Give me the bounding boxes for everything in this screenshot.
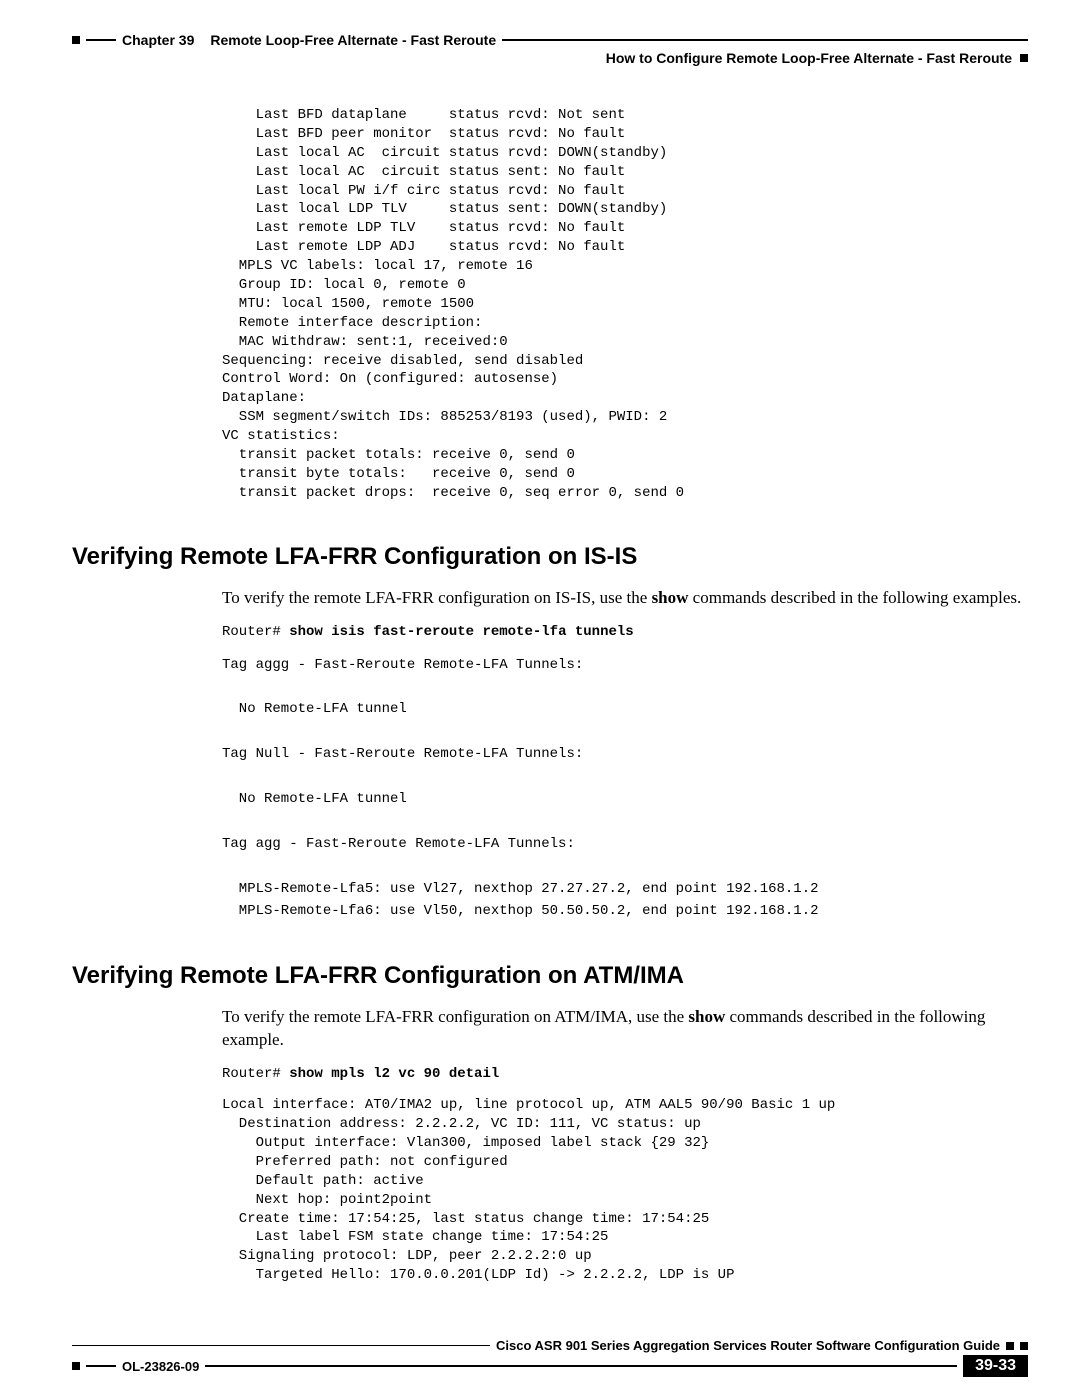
intro-text-pre: To verify the remote LFA-FRR configurati… [222, 588, 652, 607]
header-square-icon [72, 36, 80, 44]
prompt-2: Router# [222, 1066, 289, 1082]
command-text: show isis fast-reroute remote-lfa tunnel… [289, 624, 633, 640]
header-rule [502, 39, 1028, 41]
intro-text-pre-2: To verify the remote LFA-FRR configurati… [222, 1007, 688, 1026]
sub-header: How to Configure Remote Loop-Free Altern… [72, 50, 1028, 66]
section-title-isis: Verifying Remote LFA-FRR Configuration o… [72, 543, 1028, 571]
chapter-title: Remote Loop-Free Alternate - Fast Rerout… [210, 32, 496, 48]
footer-square-icon-2 [1020, 1342, 1028, 1350]
section2-command: Router# show mpls l2 vc 90 detail [222, 1066, 1028, 1082]
footer-bottom-row: OL-23826-09 39-33 [72, 1355, 1028, 1377]
footer-doc-number: OL-23826-09 [122, 1359, 199, 1374]
sub-header-text: How to Configure Remote Loop-Free Altern… [606, 50, 1012, 66]
document-page: Chapter 39 Remote Loop-Free Alternate - … [0, 0, 1080, 1397]
prompt: Router# [222, 624, 289, 640]
footer-rule-top [72, 1345, 490, 1347]
command-text-2: show mpls l2 vc 90 detail [289, 1066, 499, 1082]
chapter-number: Chapter 39 [122, 32, 194, 48]
page-footer: Cisco ASR 901 Series Aggregation Service… [72, 1338, 1028, 1377]
footer-top-row: Cisco ASR 901 Series Aggregation Service… [72, 1338, 1028, 1353]
footer-rule-bottom [205, 1365, 957, 1367]
footer-guide-title: Cisco ASR 901 Series Aggregation Service… [496, 1338, 1000, 1353]
footer-square-icon-1 [1006, 1342, 1014, 1350]
sub-header-square-icon [1020, 54, 1028, 62]
section1-output: Tag aggg - Fast-Reroute Remote-LFA Tunne… [222, 654, 1028, 923]
page-number: 39-33 [963, 1355, 1028, 1377]
section2-output: Local interface: AT0/IMA2 up, line proto… [222, 1096, 1028, 1285]
intro-text-post: commands described in the following exam… [688, 588, 1021, 607]
section1-command: Router# show isis fast-reroute remote-lf… [222, 624, 1028, 640]
intro-bold-show-2: show [688, 1007, 725, 1026]
status-output-block: Last BFD dataplane status rcvd: Not sent… [222, 106, 1028, 503]
section2-intro: To verify the remote LFA-FRR configurati… [222, 1006, 1028, 1052]
header-rule-short [86, 39, 116, 41]
section-title-atm: Verifying Remote LFA-FRR Configuration o… [72, 962, 1028, 990]
footer-rule-short [86, 1365, 116, 1367]
header-line: Chapter 39 Remote Loop-Free Alternate - … [72, 32, 1028, 48]
footer-square-icon-3 [72, 1362, 80, 1370]
section1-intro: To verify the remote LFA-FRR configurati… [222, 587, 1028, 610]
intro-bold-show: show [652, 588, 689, 607]
